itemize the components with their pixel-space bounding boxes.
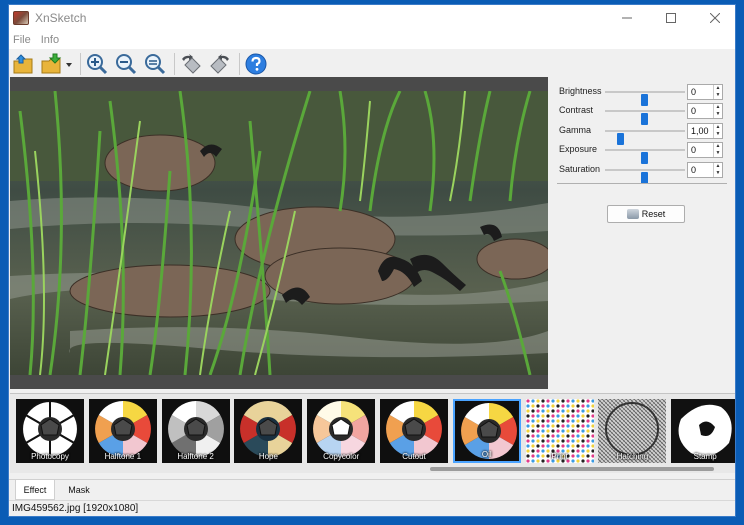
app-logo-icon bbox=[13, 11, 29, 25]
effect-label: Hope bbox=[258, 452, 278, 461]
close-button[interactable] bbox=[693, 5, 735, 31]
menu-bar: File Info bbox=[9, 31, 735, 49]
zoom-in-icon bbox=[87, 54, 108, 75]
zoom-fit-button[interactable] bbox=[142, 51, 168, 77]
minimize-button[interactable] bbox=[605, 5, 649, 31]
rotate-left-icon bbox=[182, 54, 201, 74]
spinbox-value: 0 bbox=[691, 165, 697, 175]
title-bar: XnSketch bbox=[9, 5, 735, 31]
maximize-icon bbox=[666, 13, 676, 23]
menu-info[interactable]: Info bbox=[41, 34, 59, 46]
adjust-spinbox[interactable]: 0 ▲ ▼ bbox=[687, 162, 723, 178]
minimize-icon bbox=[622, 17, 632, 19]
help-icon bbox=[245, 53, 267, 75]
menu-file[interactable]: File bbox=[13, 34, 31, 46]
effect-cutout[interactable]: Cutout bbox=[380, 399, 448, 463]
status-bar: IMG459562.jpg [1920x1080] bbox=[9, 500, 735, 516]
effect-oil[interactable]: Oil bbox=[452, 399, 521, 463]
spin-arrows-icon[interactable]: ▲ ▼ bbox=[713, 143, 722, 157]
adjust-spinbox[interactable]: 1,00 ▲ ▼ bbox=[687, 123, 723, 139]
panel-divider bbox=[557, 183, 727, 184]
image-viewer[interactable] bbox=[10, 77, 548, 389]
effect-label: Oil bbox=[481, 450, 492, 459]
adjust-row-saturation: Saturation 0 ▲ ▼ bbox=[557, 161, 729, 184]
preview-image bbox=[10, 91, 548, 375]
effect-halftone-2[interactable]: Halftone 2 bbox=[161, 399, 230, 463]
effect-hatching[interactable]: Hatching bbox=[598, 399, 667, 463]
tab-mask[interactable]: Mask bbox=[59, 480, 99, 500]
toolbar bbox=[9, 49, 735, 79]
spin-arrows-icon[interactable]: ▲ ▼ bbox=[713, 163, 722, 177]
adjust-label: Exposure bbox=[559, 144, 598, 154]
effect-label: Hatching bbox=[616, 452, 649, 461]
adjust-row-contrast: Contrast 0 ▲ ▼ bbox=[557, 102, 729, 125]
adjust-row-brightness: Brightness 0 ▲ ▼ bbox=[557, 83, 729, 106]
toolbar-separator bbox=[239, 53, 240, 75]
adjust-label: Contrast bbox=[559, 105, 594, 115]
open-button[interactable] bbox=[11, 51, 37, 77]
rotate-left-button[interactable] bbox=[178, 51, 204, 77]
effect-label: Print bbox=[551, 452, 568, 461]
zoom-out-button[interactable] bbox=[113, 51, 139, 77]
zoom-out-icon bbox=[116, 54, 137, 75]
close-icon bbox=[710, 13, 720, 23]
adjustment-panel: Brightness 0 ▲ ▼ Contrast 0 ▲ ▼ Gamma 1,00 ▲ ▼ Expos… bbox=[557, 83, 729, 383]
spinbox-value: 1,00 bbox=[691, 126, 709, 136]
adjust-slider[interactable] bbox=[605, 149, 685, 164]
adjust-slider[interactable] bbox=[605, 169, 685, 184]
open-folder-icon bbox=[13, 54, 33, 74]
spin-arrows-icon[interactable]: ▲ ▼ bbox=[713, 124, 722, 138]
reset-button[interactable]: Reset bbox=[607, 205, 685, 223]
spin-arrows-icon[interactable]: ▲ ▼ bbox=[713, 104, 722, 118]
window-title: XnSketch bbox=[35, 11, 87, 25]
adjust-label: Saturation bbox=[559, 164, 601, 174]
effects-strip: Photocopy Halftone 1 Halftone 2 Hope Copycol… bbox=[10, 393, 735, 473]
reset-label: Reset bbox=[641, 209, 666, 219]
rotate-right-icon bbox=[210, 54, 229, 74]
zoom-in-button[interactable] bbox=[84, 51, 110, 77]
reset-icon bbox=[626, 209, 639, 219]
effect-label: Cutout bbox=[402, 452, 426, 461]
maximize-button[interactable] bbox=[649, 5, 693, 31]
spinbox-value: 0 bbox=[691, 145, 697, 155]
adjust-row-gamma: Gamma 1,00 ▲ ▼ bbox=[557, 122, 729, 145]
effect-halftone-1[interactable]: Halftone 1 bbox=[88, 399, 157, 463]
adjust-row-exposure: Exposure 0 ▲ ▼ bbox=[557, 141, 729, 164]
effect-copycolor[interactable]: Copycolor bbox=[307, 399, 376, 463]
effects-scrollbar[interactable] bbox=[430, 467, 714, 471]
adjust-label: Brightness bbox=[559, 86, 602, 96]
toolbar-separator bbox=[80, 53, 81, 75]
effect-print[interactable]: Print bbox=[525, 399, 594, 463]
effect-photocopy[interactable]: Photocopy bbox=[16, 399, 84, 463]
effect-label: Halftone 1 bbox=[104, 452, 142, 461]
effect-label: Halftone 2 bbox=[177, 452, 214, 461]
save-icon bbox=[41, 53, 72, 74]
effect-label: Stamp bbox=[693, 452, 717, 461]
adjust-spinbox[interactable]: 0 ▲ ▼ bbox=[687, 84, 723, 100]
rotate-right-button[interactable] bbox=[207, 51, 233, 77]
geese-photo bbox=[10, 91, 548, 375]
spinbox-value: 0 bbox=[691, 106, 697, 116]
adjust-spinbox[interactable]: 0 ▲ ▼ bbox=[687, 103, 723, 119]
zoom-fit-icon bbox=[145, 54, 166, 75]
save-button[interactable] bbox=[40, 51, 74, 77]
tab-effect[interactable]: Effect bbox=[15, 480, 55, 500]
spinbox-value: 0 bbox=[691, 87, 697, 97]
adjust-spinbox[interactable]: 0 ▲ ▼ bbox=[687, 142, 723, 158]
adjust-slider[interactable] bbox=[605, 110, 685, 125]
effect-label: Copycolor bbox=[323, 452, 360, 461]
effect-label: Photocopy bbox=[31, 452, 69, 461]
app-window: XnSketch File Info Brightness 0 ▲ ▼ Cont… bbox=[8, 4, 736, 517]
adjust-label: Gamma bbox=[559, 125, 592, 135]
toolbar-separator bbox=[174, 53, 175, 75]
help-button[interactable] bbox=[243, 51, 269, 77]
effect-stamp[interactable]: Stamp bbox=[671, 399, 735, 463]
adjust-slider[interactable] bbox=[605, 130, 685, 145]
spin-arrows-icon[interactable]: ▲ ▼ bbox=[713, 85, 722, 99]
adjust-slider[interactable] bbox=[605, 91, 685, 106]
tab-bar: Effect Mask bbox=[9, 479, 735, 500]
effect-hope[interactable]: Hope bbox=[234, 399, 303, 463]
